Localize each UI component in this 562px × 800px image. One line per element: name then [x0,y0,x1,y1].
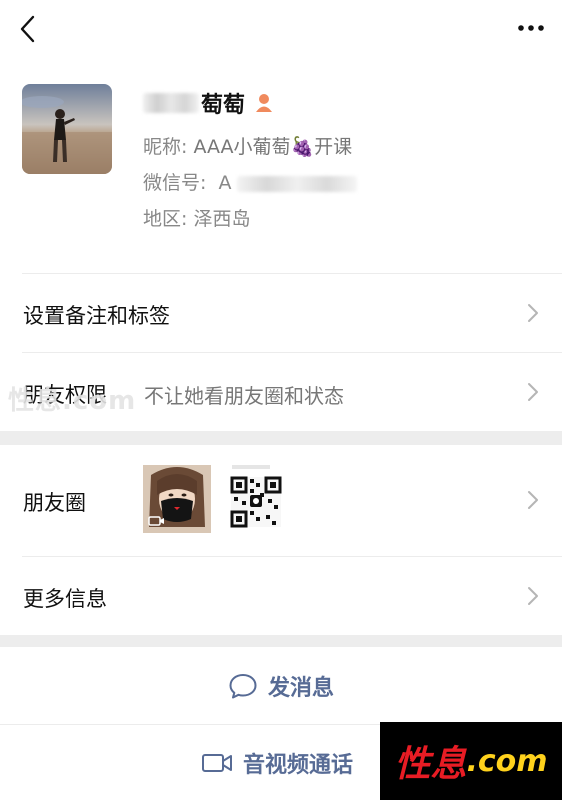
remark-and-tags-row[interactable]: 设置备注和标签 [0,274,562,352]
avatar[interactable] [22,84,112,174]
name-redaction [143,93,199,113]
watermark-left: 性息.com [8,386,137,416]
chevron-right-icon [528,383,538,401]
name-row: 萄萄 [143,88,275,118]
watermark-brand-en: .com [466,743,548,779]
nickname-label: 昵称: [143,136,188,158]
contact-name: 萄萄 [201,93,246,118]
region-value: 泽西岛 [193,208,251,230]
send-message-label: 发消息 [267,676,334,701]
more-options-icon[interactable] [516,18,546,38]
moments-row[interactable]: 朋友圈 [0,445,562,555]
chevron-right-icon [528,491,538,509]
chevron-right-icon [528,587,538,605]
chevron-right-icon [528,304,538,322]
wechat-id-line: 微信号: A [143,168,358,195]
moments-thumbnail-qrcode[interactable] [222,465,290,533]
back-arrow-icon[interactable] [14,14,44,44]
profile-header: 萄萄 昵称: AAA小葡萄🍇开课 微信号: A 地区: 泽西岛 [0,84,562,234]
moments-label: 朋友圈 [23,491,86,515]
nickname-line: 昵称: AAA小葡萄🍇开课 [143,132,352,159]
watermark-brand-cn: 性息 [394,744,467,785]
region-line: 地区: 泽西岛 [143,204,250,231]
wechat-id-label: 微信号: [143,172,207,194]
wechat-id-partial: A [218,172,232,194]
nickname-value: AAA小葡萄🍇开课 [193,136,353,158]
more-info-row[interactable]: 更多信息 [0,557,562,635]
more-info-label: 更多信息 [23,587,107,611]
remark-label: 设置备注和标签 [23,304,170,328]
moments-thumbnail-video[interactable] [143,465,211,533]
watermark-logo: 性息 .com [380,722,562,800]
wechat-id-redaction [237,175,358,192]
video-call-label: 音视频通话 [243,752,354,778]
section-separator [0,635,562,647]
female-gender-icon [256,94,273,112]
video-camera-icon [202,753,232,772]
permission-value: 不让她看朋友圈和状态 [144,384,344,408]
top-bar [0,0,562,60]
chat-bubble-icon [229,674,257,699]
section-separator [0,431,562,445]
region-label: 地区: [143,208,188,230]
send-message-button[interactable]: 发消息 [0,647,562,725]
